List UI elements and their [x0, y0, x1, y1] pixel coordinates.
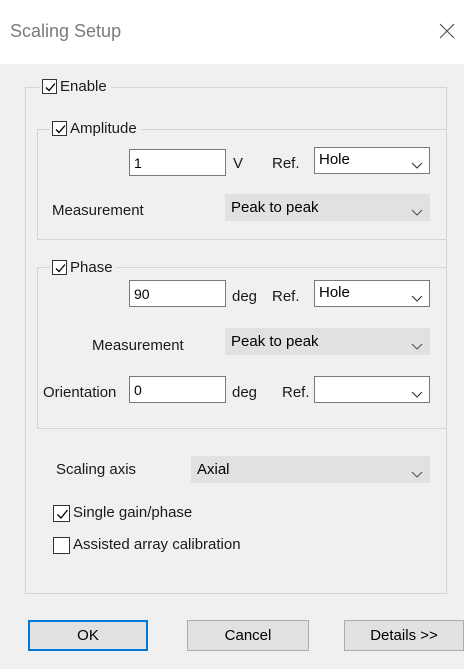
chevron-down-icon: [411, 290, 423, 307]
scaling-axis-label: Scaling axis: [56, 461, 137, 478]
phase-measurement-dropdown[interactable]: Peak to peak: [225, 328, 430, 355]
title-bar: Scaling Setup: [0, 0, 464, 64]
orientation-ref-label: Ref.: [282, 384, 310, 401]
checkmark-icon: [53, 504, 70, 522]
single-gain-phase-checkbox[interactable]: Single gain/phase: [53, 503, 192, 523]
amplitude-label: Amplitude: [70, 119, 137, 137]
orientation-label: Orientation: [43, 384, 117, 401]
phase-measurement-label: Measurement: [92, 337, 184, 354]
details-button[interactable]: Details >>: [344, 620, 464, 651]
phase-unit: deg: [232, 288, 258, 305]
scaling-setup-dialog: Scaling Setup Enable Amplitude V Ref. Ho…: [0, 0, 464, 669]
phase-label: Phase: [70, 258, 113, 276]
scaling-axis-dropdown[interactable]: Axial: [191, 456, 430, 483]
ok-button[interactable]: OK: [28, 620, 148, 651]
window-title: Scaling Setup: [10, 21, 122, 41]
orientation-unit: deg: [232, 384, 258, 401]
phase-checkbox[interactable]: Phase: [50, 256, 117, 278]
amplitude-ref-dropdown[interactable]: Hole: [314, 147, 430, 174]
enable-checkbox[interactable]: Enable: [40, 75, 111, 97]
amplitude-unit: V: [233, 155, 244, 172]
phase-ref-dropdown[interactable]: Hole: [314, 280, 430, 307]
checkmark-icon: [42, 78, 57, 94]
assisted-array-calibration-checkbox[interactable]: Assisted array calibration: [53, 535, 241, 555]
close-icon[interactable]: [438, 22, 456, 40]
chevron-down-icon: [411, 466, 423, 483]
checkbox-box: [53, 536, 70, 554]
cancel-button[interactable]: Cancel: [187, 620, 309, 651]
scaling-axis-value: Axial: [197, 461, 230, 478]
assisted-array-calibration-label: Assisted array calibration: [73, 536, 241, 553]
amplitude-checkbox[interactable]: Amplitude: [50, 117, 141, 139]
amplitude-measurement-dropdown[interactable]: Peak to peak: [225, 194, 430, 221]
checkmark-icon: [52, 120, 67, 136]
orientation-value-input[interactable]: [129, 376, 226, 403]
amplitude-value-input[interactable]: [129, 149, 226, 176]
phase-measurement-value: Peak to peak: [231, 333, 319, 350]
amplitude-measurement-label: Measurement: [52, 202, 144, 219]
phase-value-input[interactable]: [129, 280, 226, 307]
amplitude-group: [37, 129, 447, 240]
amplitude-measurement-value: Peak to peak: [231, 199, 319, 216]
amplitude-ref-value: Hole: [319, 151, 350, 168]
orientation-ref-dropdown[interactable]: [314, 376, 430, 403]
phase-ref-label: Ref.: [272, 288, 300, 305]
checkmark-icon: [52, 259, 67, 275]
enable-label: Enable: [60, 77, 107, 95]
single-gain-phase-label: Single gain/phase: [73, 504, 193, 521]
chevron-down-icon: [411, 386, 423, 403]
amplitude-ref-label: Ref.: [272, 155, 300, 172]
phase-ref-value: Hole: [319, 284, 350, 301]
chevron-down-icon: [411, 157, 423, 174]
chevron-down-icon: [411, 338, 423, 355]
chevron-down-icon: [411, 204, 423, 221]
